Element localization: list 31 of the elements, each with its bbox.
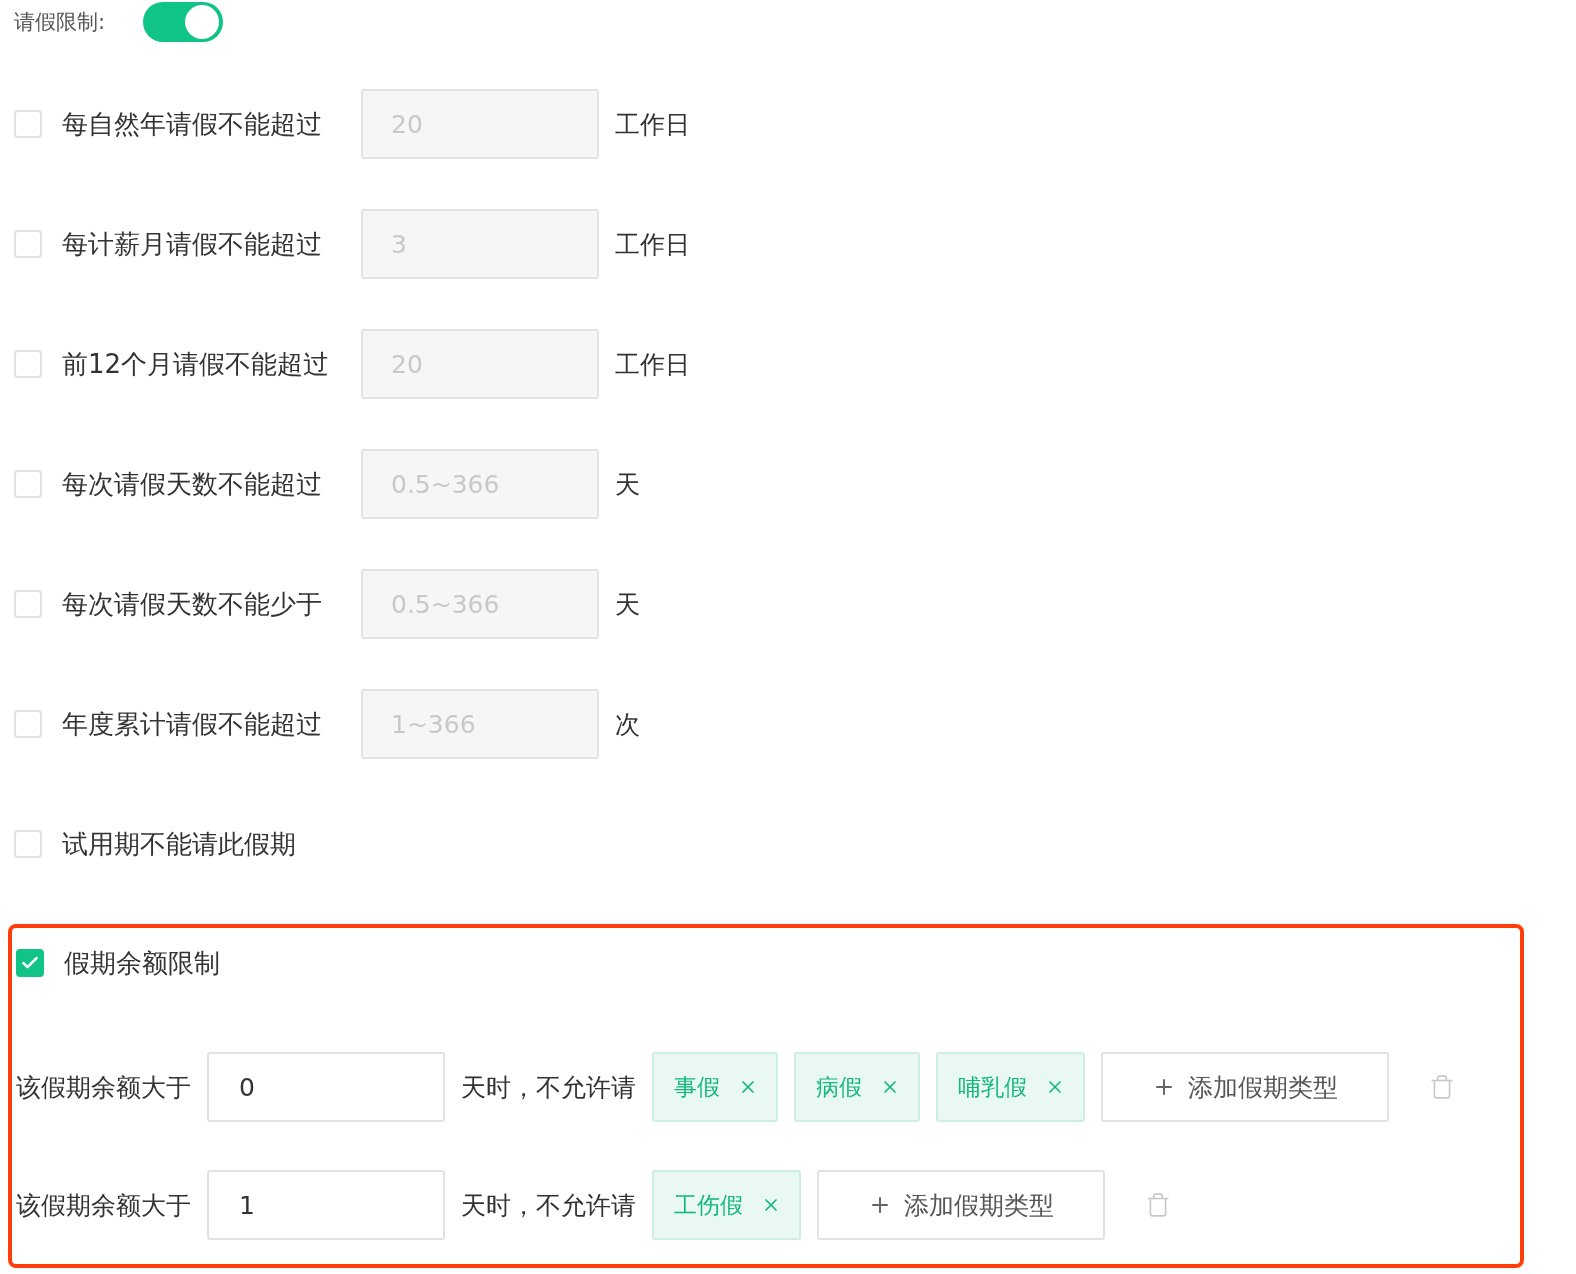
input-field[interactable]: 0 [207, 1052, 445, 1122]
unit-label: 次 [615, 708, 640, 741]
rule-label: 该假期余额大于 [16, 1071, 191, 1104]
unit-label: 天 [615, 588, 640, 621]
tag-label: 事假 [674, 1072, 720, 1102]
trash-icon[interactable] [1145, 1192, 1171, 1218]
rule-label: 该假期余额大于 [16, 1189, 191, 1222]
trash-icon[interactable] [1429, 1074, 1455, 1100]
unit-label: 工作日 [615, 108, 690, 141]
add-leave-type-button[interactable]: 添加假期类型 [1101, 1052, 1389, 1122]
leave-limit-label: 请假限制: [14, 9, 106, 36]
unit-label: 工作日 [615, 348, 690, 381]
limit-label: 年度累计请假不能超过 [62, 707, 323, 741]
limit-label: 每次请假天数不能少于 [62, 587, 323, 621]
unit-label: 工作日 [615, 228, 690, 261]
limit-label: 每计薪月请假不能超过 [62, 227, 323, 261]
rule-label: 天时，不允许请 [461, 1071, 636, 1104]
tag-label: 哺乳假 [958, 1072, 1027, 1102]
limit-label: 每自然年请假不能超过 [62, 107, 323, 141]
limit-label: 前12个月请假不能超过 [62, 347, 331, 381]
tag-label: 工伤假 [674, 1190, 743, 1220]
rule-label: 天时，不允许请 [461, 1189, 636, 1222]
toggle-switch[interactable] [143, 2, 224, 42]
tag-label: 病假 [816, 1072, 862, 1102]
input-field[interactable]: 1 [207, 1170, 445, 1240]
limit-label: 每次请假天数不能超过 [62, 467, 323, 501]
add-leave-type-button[interactable]: 添加假期类型 [817, 1170, 1105, 1240]
balance-limit-label: 假期余额限制 [64, 946, 221, 980]
checkbox[interactable] [16, 949, 44, 977]
unit-label: 天 [615, 468, 640, 501]
limit-label: 试用期不能请此假期 [62, 827, 297, 861]
